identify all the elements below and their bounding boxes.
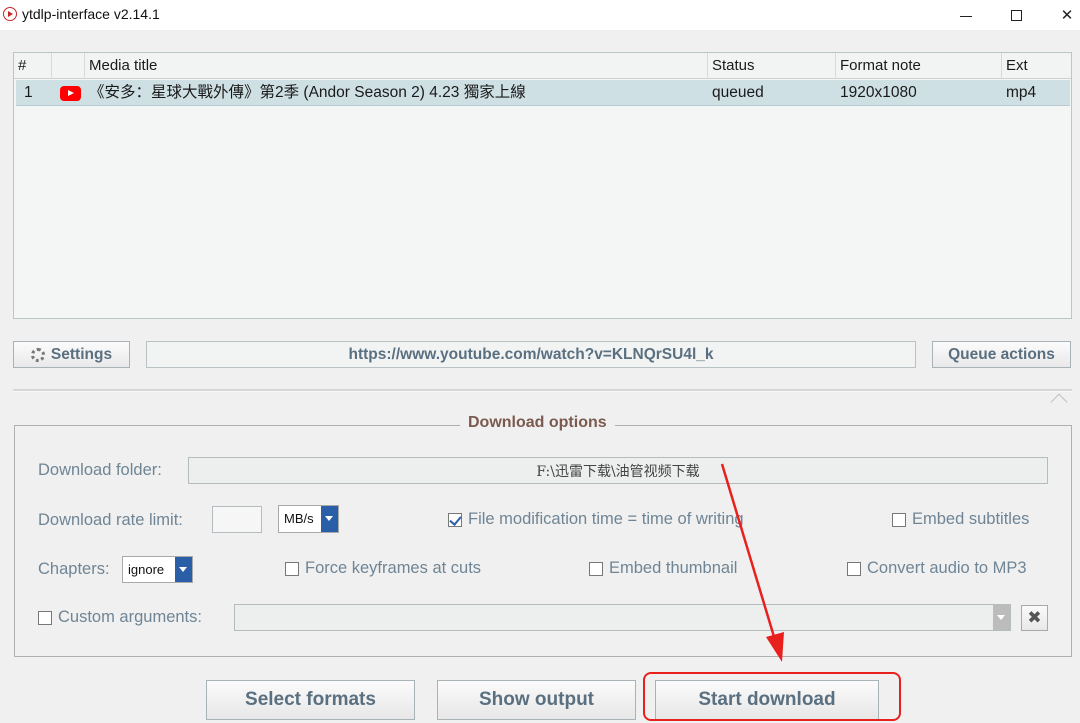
annotation-arrow	[720, 463, 784, 662]
annotation-arrow-line	[720, 463, 777, 641]
annotation-arrow-head	[766, 632, 784, 662]
